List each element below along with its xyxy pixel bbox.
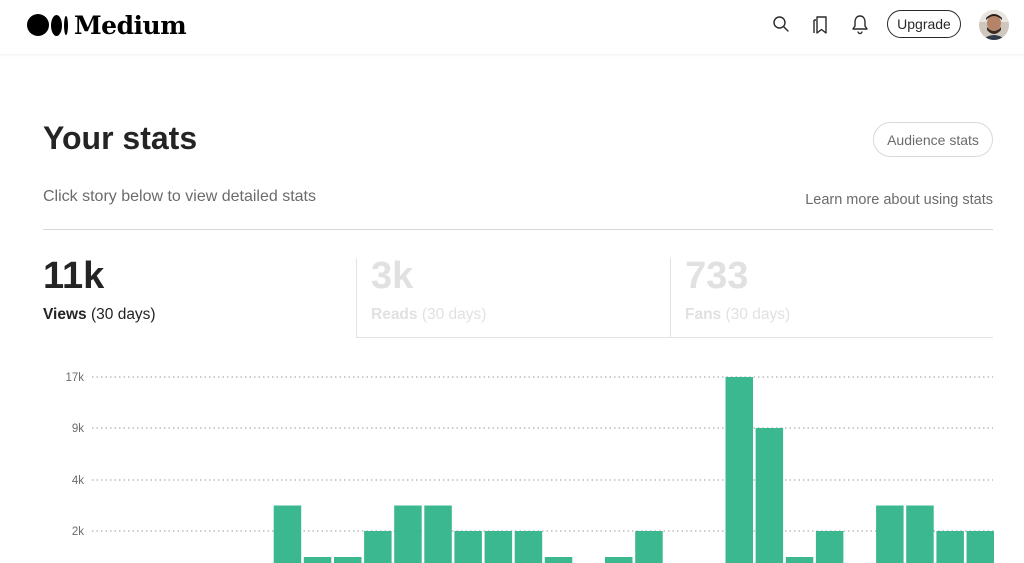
chart-bar-d22[interactable] [725,377,754,563]
chart-bar-d23[interactable] [755,428,784,563]
chart-bar-d18[interactable] [605,557,633,563]
chart-bar-d13[interactable] [454,531,482,563]
chart-bar-d19[interactable] [635,531,663,563]
chart-bar-d30[interactable] [966,531,995,563]
chart-bar-d9[interactable] [334,557,362,563]
chart-bar-d25[interactable] [815,531,844,563]
chart-bar-d24[interactable] [785,557,814,563]
chart-bar-d7[interactable] [273,505,302,563]
chart-bar-d27[interactable] [876,505,904,563]
y-tick-label: 2k [72,526,84,538]
chart-bar-d8[interactable] [303,557,332,563]
chart-bar-d12[interactable] [424,505,452,563]
chart-bar-d16[interactable] [544,557,573,563]
y-tick-label: 9k [72,423,84,435]
views-bar-chart: 17k 9k 4k 2k [65,372,995,563]
chart-bar-d11[interactable] [394,505,422,563]
y-tick-label: 17k [65,372,84,384]
chart-bar-d15[interactable] [514,531,543,563]
chart-bar-d10[interactable] [364,531,392,563]
y-tick-label: 4k [72,475,84,487]
chart-bar-d29[interactable] [936,531,964,563]
chart-bar-d28[interactable] [906,505,934,563]
chart-bar-d14[interactable] [484,531,513,563]
